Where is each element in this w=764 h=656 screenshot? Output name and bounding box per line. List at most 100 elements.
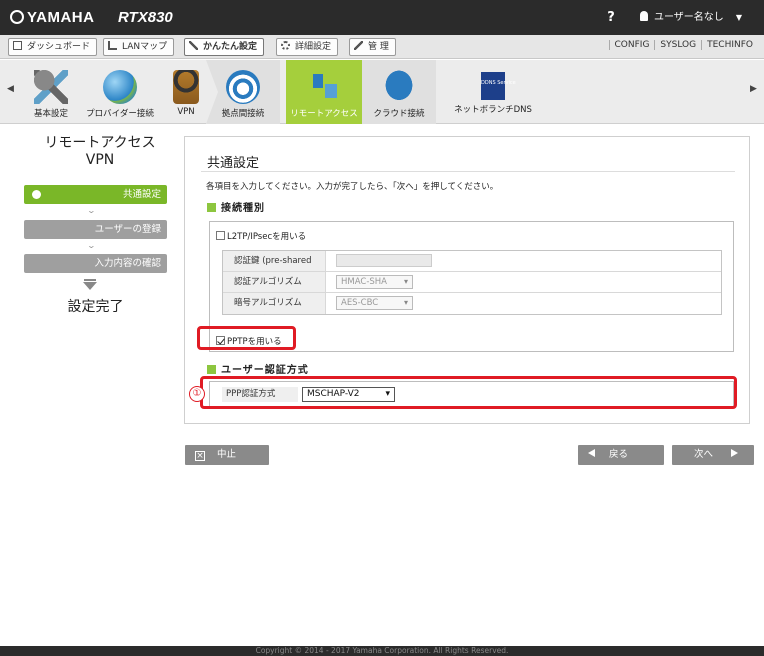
step-label: 入力内容の確認 (94, 258, 161, 269)
scroll-left-arrow-icon[interactable]: ◀ (7, 84, 14, 94)
feature-ribbon: ◀ 基本設定 プロバイダー接続 VPN 拠点間接続 リモートアクセス クラウド接… (0, 60, 764, 124)
back-button[interactable]: 戻る (578, 445, 664, 465)
arrow-down-icon-bar (84, 279, 96, 281)
top-bar: YAMAHA RTX830 ? ユーザー名なし ▼ (0, 0, 764, 35)
lan-map-icon (108, 41, 117, 50)
wizard-step-user-registration: ユーザーの登録 (24, 220, 167, 239)
chevron-down-icon: ▾ (403, 298, 408, 307)
ribbon-provider-connection[interactable]: プロバイダー接続 (82, 60, 158, 124)
brand-name: YAMAHA (27, 9, 95, 26)
enc-algo-select: AES-CBC ▾ (336, 296, 413, 310)
psk-label: 認証鍵 (pre-shared key) (223, 251, 326, 287)
auth-algo-select: HMAC-SHA ▾ (336, 275, 413, 289)
ribbon-label: プロバイダー接続 (86, 109, 154, 119)
ribbon-label: ネットボランチDNS (454, 105, 532, 115)
config-link[interactable]: CONFIG (608, 40, 655, 50)
l2tp-settings-grid: 認証鍵 (pre-shared key) 認証アルゴリズム HMAC-SHA ▾ 暗… (222, 250, 722, 315)
cloud-icon (382, 70, 416, 104)
enc-algo-row: 暗号アルゴリズム AES-CBC ▾ (223, 293, 721, 314)
tools-icon (34, 70, 68, 104)
enc-algo-value: AES-CBC (341, 298, 379, 308)
step-label: ユーザーの登録 (94, 224, 161, 235)
arrow-right-icon (731, 449, 739, 457)
title-divider (201, 171, 735, 172)
section-user-auth: ユーザー認証方式 (207, 361, 309, 376)
tab-label: かんたん設定 (203, 42, 258, 52)
help-button[interactable]: ? (598, 0, 624, 35)
ribbon-label: クラウド接続 (373, 109, 425, 119)
syslog-link[interactable]: SYSLOG (654, 40, 702, 50)
ribbon-cloud-connection[interactable]: クラウド接続 (362, 60, 436, 124)
model-name: RTX830 (118, 9, 173, 26)
back-label: 戻る (609, 449, 629, 460)
wizard-step-common: 共通設定 (24, 185, 167, 204)
site-to-site-icon (226, 70, 260, 104)
close-icon: × (195, 451, 205, 461)
l2tp-label: L2TP/IPsecを用いる (227, 232, 307, 242)
yamaha-logo: YAMAHA (10, 9, 94, 26)
user-icon (640, 11, 648, 21)
psk-input (336, 254, 432, 267)
tab-management[interactable]: 管 理 (349, 38, 396, 56)
tab-advanced-settings[interactable]: 詳細設定 (276, 38, 339, 56)
ribbon-label: 拠点間接続 (221, 109, 265, 119)
techinfo-link[interactable]: TECHINFO (701, 40, 758, 50)
callout-number: ① (189, 386, 205, 402)
wizard-title-line1: リモートアクセス (44, 135, 156, 151)
l2tp-checkbox[interactable] (216, 231, 225, 240)
pptp-highlight (197, 326, 296, 350)
scroll-right-arrow-icon[interactable]: ▶ (750, 84, 757, 94)
ddns-icon: DDNS Service (481, 72, 516, 100)
globe-icon (103, 70, 137, 104)
chevron-down-icon: ⌄ (86, 241, 97, 250)
ribbon-label: 基本設定 (33, 109, 68, 119)
footer-copyright: Copyright © 2014 - 2017 Yamaha Corporati… (0, 646, 764, 656)
ppp-auth-highlight (200, 376, 737, 409)
cancel-button[interactable]: × 中止 (185, 445, 269, 465)
step-label: 共通設定 (122, 189, 161, 200)
user-name: ユーザー名なし (654, 12, 724, 23)
ribbon-label: リモートアクセス (290, 109, 358, 119)
next-button[interactable]: 次へ (672, 445, 754, 465)
chevron-down-icon: ▼ (735, 13, 742, 22)
page-title: 共通設定 (207, 156, 260, 171)
wizard-step-confirm: 入力内容の確認 (24, 254, 167, 273)
wizard-icon (189, 41, 198, 50)
ribbon-basic-settings[interactable]: 基本設定 (28, 60, 74, 124)
ribbon-vpn[interactable]: VPN (166, 60, 206, 124)
auth-algo-value: HMAC-SHA (341, 277, 387, 287)
auth-algo-label: 認証アルゴリズム (223, 272, 326, 292)
arrow-down-icon (83, 282, 97, 290)
tab-easy-setup[interactable]: かんたん設定 (184, 38, 265, 56)
ribbon-label: VPN (177, 107, 195, 117)
tab-label: LANマップ (122, 42, 168, 52)
auth-algo-row: 認証アルゴリズム HMAC-SHA ▾ (223, 272, 721, 293)
tab-dashboard[interactable]: ダッシュボード (8, 38, 98, 56)
vpn-lock-icon (173, 70, 199, 104)
section-marker-icon (207, 365, 216, 374)
ribbon-remote-access[interactable]: リモートアクセス (286, 60, 362, 124)
chevron-down-icon: ▾ (403, 277, 408, 286)
psk-row: 認証鍵 (pre-shared key) (223, 251, 721, 287)
ddns-badge: DDNS Service (481, 80, 516, 86)
enc-algo-label: 暗号アルゴリズム (223, 293, 326, 314)
main-tab-bar: ダッシュボード LANマップ かんたん設定 詳細設定 管 理 CONFIG SYS… (0, 35, 764, 59)
cancel-label: 中止 (217, 449, 237, 460)
user-menu[interactable]: ユーザー名なし ▼ (640, 0, 742, 35)
chevron-down-icon: ⌄ (86, 206, 97, 215)
l2tp-option[interactable]: L2TP/IPsecを用いる (216, 230, 306, 242)
section-label: 接続種別 (221, 203, 265, 214)
tab-lan-map[interactable]: LANマップ (103, 38, 175, 56)
instruction-text: 各項目を入力してください。入力が完了したら、「次へ」を押してください。 (206, 182, 499, 192)
wizard-done-label: 設定完了 (67, 299, 124, 315)
current-step-dot-icon (32, 190, 41, 199)
ribbon-netvolante-dns[interactable]: DDNS Service ネットボランチDNS (446, 60, 540, 124)
tab-label: 詳細設定 (295, 42, 332, 52)
wizard-title-line2: VPN (85, 152, 115, 168)
next-label: 次へ (694, 449, 714, 460)
remote-access-icon (307, 70, 341, 104)
dashboard-icon (13, 41, 22, 50)
wizard-title: リモートアクセス VPN (18, 135, 182, 169)
section-marker-icon (207, 203, 216, 212)
tab-label: 管 理 (368, 42, 389, 52)
